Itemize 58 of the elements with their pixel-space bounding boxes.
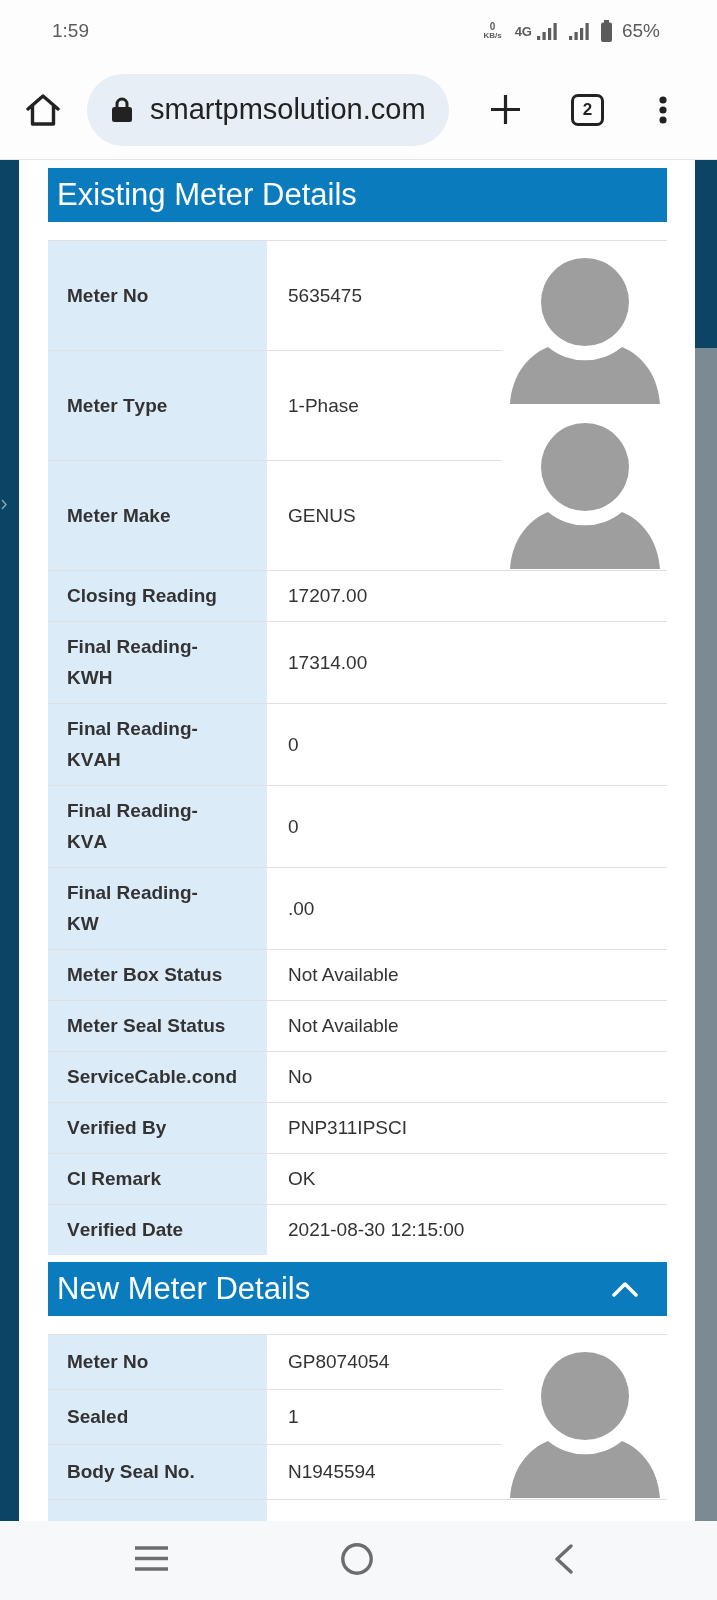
value-cell: 2021-08-30 12:15:00 [267, 1204, 667, 1255]
label-cell: Meter Seal Status [48, 1000, 267, 1051]
label-cell: Meter No [48, 1334, 267, 1389]
value-cell: Not Available [267, 1000, 667, 1051]
menu-button[interactable] [659, 95, 667, 124]
label-cell: Final Reading-KVA [48, 785, 267, 867]
value-cell: N1945594 [267, 1444, 502, 1499]
value-cell: 1 [267, 1389, 502, 1444]
value-cell: 1-Phase [267, 350, 502, 460]
label-cell: CI Remark [48, 1153, 267, 1204]
network-speed-unit: KB/s [483, 32, 502, 40]
label-cell: Verified Date [48, 1204, 267, 1255]
section-title: New Meter Details [57, 1271, 311, 1307]
value-cell: GP8074054 [267, 1334, 502, 1389]
more-dots-icon [659, 95, 667, 124]
label-cell: Final Reading-KWH [48, 621, 267, 703]
new-tab-button[interactable] [491, 95, 520, 124]
value-cell: 17207.00 [267, 570, 667, 621]
value-cell: 17314.00 [267, 621, 667, 703]
plus-icon [491, 95, 520, 124]
home-button[interactable] [26, 93, 60, 126]
chevron-up-icon[interactable] [612, 1280, 638, 1298]
chevron-right-icon [1, 499, 7, 510]
signal-icon [568, 22, 589, 40]
battery-icon [600, 20, 612, 42]
label-cell: Meter Box Status [48, 949, 267, 1000]
menu-icon [134, 1546, 168, 1571]
value-cell: 0 [267, 785, 667, 867]
label-cell: Final Reading-KW [48, 867, 267, 949]
tab-count-button[interactable]: 2 [571, 93, 604, 126]
network-speed-value: 0 [489, 22, 496, 32]
label-cell: Verified By [48, 1102, 267, 1153]
back-icon [553, 1543, 573, 1574]
circle-icon [341, 1542, 373, 1575]
signal-icon [536, 22, 557, 40]
label-cell: Meter No [48, 240, 267, 350]
label-cell: Sealed [48, 1389, 267, 1444]
home-icon [26, 93, 60, 126]
value-cell: GENUS [267, 460, 502, 570]
label-cell: Meter Type [48, 350, 267, 460]
address-bar[interactable]: smartpmsolution.com [87, 73, 449, 146]
label-cell: Meter Make [48, 460, 267, 570]
battery-percent: 65% [621, 20, 660, 42]
value-cell: Not Available [267, 949, 667, 1000]
value-cell: No [267, 1051, 667, 1102]
value-cell: .00 [267, 867, 667, 949]
label-cell: Final Reading-KVAH [48, 703, 267, 785]
value-cell: PNP311IPSCI [267, 1102, 667, 1153]
network-type-label: 4G [514, 23, 532, 39]
value-cell: 5635475 [267, 240, 502, 350]
value-cell: 0 [267, 703, 667, 785]
section-title: Existing Meter Details [57, 177, 357, 213]
label-cell: Body Seal No. [48, 1444, 267, 1499]
lock-icon [112, 97, 132, 122]
clock-time: 1:59 [52, 20, 89, 42]
label-cell: Closing Reading [48, 570, 267, 621]
label-cell: ServiceCable.cond [48, 1051, 267, 1102]
value-cell: OK [267, 1153, 667, 1204]
